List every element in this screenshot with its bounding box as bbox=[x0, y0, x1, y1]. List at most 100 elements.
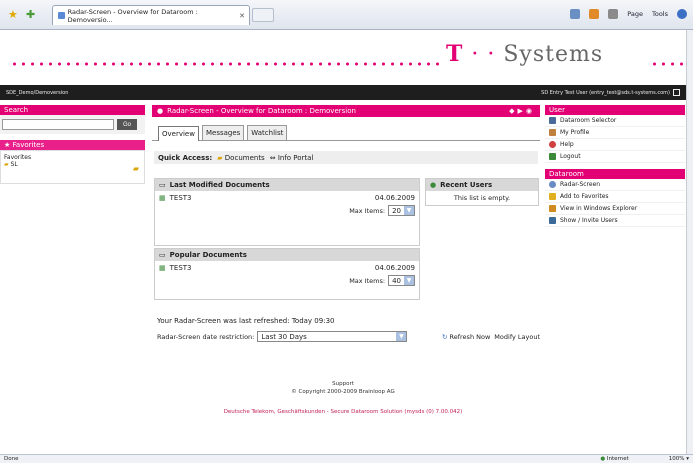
add-favorite-icon[interactable]: ✚ bbox=[26, 8, 35, 21]
dot-line-right bbox=[650, 62, 688, 66]
favorite-folder-icon[interactable]: ▰ bbox=[133, 164, 139, 173]
browser-toolbar: ★ ✚ Radar-Screen - Overview for Dataroom… bbox=[0, 0, 693, 30]
t-systems-logo: T · · Systems bbox=[446, 41, 604, 67]
last-modified-header: ▭ Last Modified Documents bbox=[155, 179, 419, 191]
favorites-panel: Favorites ▰ SL ▰ bbox=[0, 150, 145, 184]
dataroom-panel-title: Dataroom bbox=[545, 169, 685, 179]
document-date: 04.06.2009 bbox=[374, 194, 415, 202]
quick-access-bar: Quick Access: ▰ Documents ⇔ Info Portal bbox=[154, 151, 538, 164]
date-restriction-select[interactable]: Last 30 Days ▼ bbox=[257, 331, 408, 342]
max-items-row: Max Items: 20 ▼ bbox=[155, 205, 419, 216]
radar-icon bbox=[549, 181, 556, 188]
menu-item-logout[interactable]: Logout bbox=[545, 151, 685, 163]
context-strip: SDE_Demo/Demoversion SD Entry Test User … bbox=[0, 85, 686, 100]
chevron-down-icon: ▼ bbox=[396, 332, 407, 341]
menu-item-windows-explorer[interactable]: View in Windows Explorer bbox=[545, 203, 685, 215]
folder-icon: ▰ bbox=[4, 161, 9, 168]
quick-link-info-portal[interactable]: ⇔ Info Portal bbox=[270, 154, 314, 162]
popular-documents-header: ▭ Popular Documents bbox=[155, 249, 419, 261]
browser-tab-title: Radar-Screen - Overview for Dataroom : D… bbox=[67, 7, 198, 24]
radar-icon: ● bbox=[157, 107, 164, 115]
users-icon: ● bbox=[430, 181, 437, 189]
document-name: TEST3 bbox=[169, 194, 192, 202]
tab-bar: Overview Messages Watchlist bbox=[152, 117, 540, 141]
menu-item-invite-users[interactable]: Show / Invite Users bbox=[545, 215, 685, 227]
modify-layout-link[interactable]: Modify Layout bbox=[494, 333, 540, 341]
invite-users-icon bbox=[549, 217, 556, 224]
legal-text: Deutsche Telekom, Geschäftskunden - Secu… bbox=[223, 409, 463, 415]
document-date: 04.06.2009 bbox=[374, 264, 415, 272]
tools-menu[interactable]: Tools bbox=[652, 10, 668, 18]
radar-screen-panel: ● Radar-Screen - Overview for Dataroom :… bbox=[152, 105, 540, 342]
search-panel-title: Search bbox=[0, 105, 145, 115]
chevron-down-icon: ▼ bbox=[404, 206, 414, 215]
link-icon: ⇔ bbox=[269, 153, 276, 162]
help-icon[interactable] bbox=[677, 9, 687, 19]
help-box-icon[interactable] bbox=[673, 89, 680, 96]
zoom-level[interactable]: 100% ▾ bbox=[669, 456, 689, 462]
search-row: Go bbox=[0, 115, 145, 134]
page-icon bbox=[58, 12, 65, 19]
panel-header-icons[interactable]: ◆▶◉ bbox=[509, 107, 535, 115]
recent-users-header: ● Recent Users bbox=[426, 179, 538, 191]
browser-status-bar: Done ● Internet 100% ▾ bbox=[0, 454, 693, 463]
folder-icon: ▰ bbox=[217, 153, 223, 162]
menu-item-radar-screen[interactable]: Radar-Screen bbox=[545, 179, 685, 191]
add-favorite-icon bbox=[549, 193, 556, 200]
site-header: T · · Systems bbox=[0, 31, 693, 83]
tab-watchlist[interactable]: Watchlist bbox=[247, 125, 288, 140]
excel-file-icon: ▦ bbox=[159, 264, 166, 272]
menu-item-help[interactable]: Help bbox=[545, 139, 685, 151]
panel-title: Radar-Screen - Overview for Dataroom : D… bbox=[167, 107, 356, 115]
new-tab-button[interactable] bbox=[252, 8, 274, 22]
tab-messages[interactable]: Messages bbox=[201, 125, 245, 140]
excel-file-icon: ▦ bbox=[159, 194, 166, 202]
support-link[interactable]: Support bbox=[0, 381, 686, 387]
copyright-text: © Copyright 2000-2009 Brainloop AG bbox=[291, 389, 395, 395]
explorer-icon bbox=[549, 205, 556, 212]
quick-link-documents[interactable]: ▰ Documents bbox=[217, 154, 265, 162]
max-items-select[interactable]: 40 ▼ bbox=[388, 275, 415, 286]
browser-tab[interactable]: Radar-Screen - Overview for Dataroom : D… bbox=[52, 5, 250, 25]
favorite-item-sl[interactable]: ▰ SL bbox=[4, 161, 141, 168]
last-refreshed-text: Your Radar-Screen was last refreshed: To… bbox=[157, 317, 335, 325]
current-user: SD Entry Test User (entry_test@sds.t-sys… bbox=[541, 89, 670, 96]
chevron-down-icon: ▼ bbox=[404, 276, 414, 285]
search-input[interactable] bbox=[2, 119, 114, 130]
favorites-label: Favorites bbox=[4, 154, 32, 161]
print-icon[interactable] bbox=[608, 9, 619, 19]
profile-icon bbox=[549, 129, 556, 136]
max-items-label: Max Items: bbox=[349, 206, 386, 215]
refresh-now-link[interactable]: ↻ Refresh Now bbox=[442, 333, 490, 341]
user-panel-title: User bbox=[545, 105, 685, 115]
page-menu[interactable]: Page bbox=[627, 10, 643, 18]
menu-item-add-favorites[interactable]: Add to Favorites bbox=[545, 191, 685, 203]
document-icon: ▭ bbox=[159, 181, 166, 189]
max-items-select[interactable]: 20 ▼ bbox=[388, 205, 415, 216]
menu-item-dataroom-selector[interactable]: Dataroom Selector bbox=[545, 115, 685, 127]
search-go-button[interactable]: Go bbox=[117, 119, 137, 130]
menu-item-my-profile[interactable]: My Profile bbox=[545, 127, 685, 139]
favorites-star-icon[interactable]: ★ bbox=[8, 8, 18, 21]
logout-icon bbox=[549, 153, 556, 160]
date-restriction-row: Radar-Screen date restriction: Last 30 D… bbox=[157, 331, 540, 342]
status-text: Done bbox=[4, 456, 19, 462]
recent-users-card: ● Recent Users This list is empty. bbox=[425, 178, 539, 206]
recent-users-empty: This list is empty. bbox=[453, 194, 511, 202]
document-name: TEST3 bbox=[169, 264, 192, 272]
max-items-row: Max Items: 40 ▼ bbox=[155, 275, 419, 286]
quick-access-label: Quick Access: bbox=[158, 153, 213, 162]
feeds-icon[interactable] bbox=[589, 9, 600, 19]
close-tab-icon[interactable]: ✕ bbox=[239, 12, 245, 20]
list-item[interactable]: ▦ TEST3 04.06.2009 bbox=[155, 261, 419, 275]
date-restriction-label: Radar-Screen date restriction: bbox=[157, 332, 255, 341]
help-icon bbox=[549, 141, 556, 148]
panel-header: ● Radar-Screen - Overview for Dataroom :… bbox=[152, 105, 540, 117]
dataroom-path: SDE_Demo/Demoversion bbox=[6, 89, 69, 96]
last-modified-card: ▭ Last Modified Documents ▦ TEST3 04.06.2… bbox=[154, 178, 420, 246]
vertical-scrollbar[interactable] bbox=[686, 30, 693, 455]
tab-overview[interactable]: Overview bbox=[158, 126, 199, 141]
home-icon[interactable] bbox=[570, 9, 581, 19]
list-item[interactable]: ▦ TEST3 04.06.2009 bbox=[155, 191, 419, 205]
dot-line-left bbox=[10, 62, 440, 66]
